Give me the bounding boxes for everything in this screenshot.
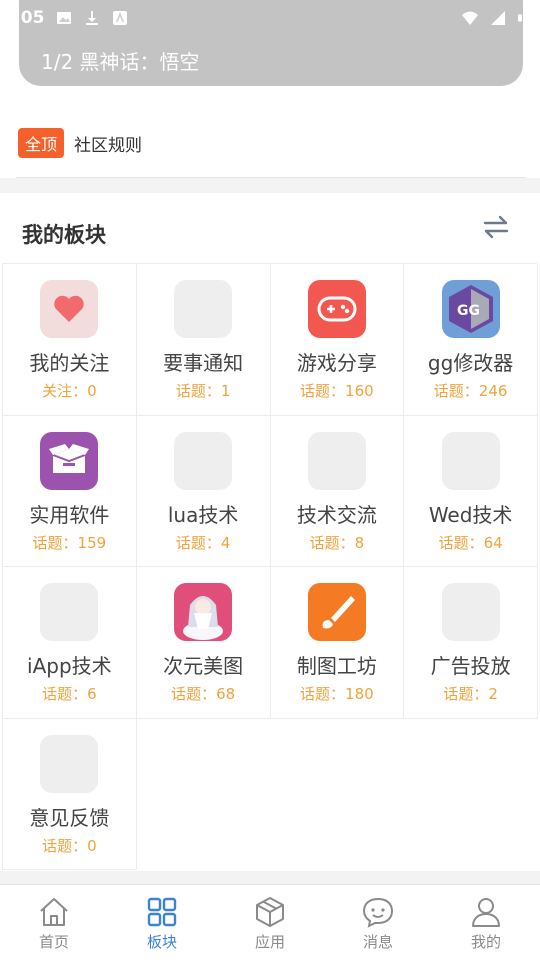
board-name: 我的关注 (29, 351, 110, 375)
board-item-wed[interactable]: Wed技术 话题：64 (404, 415, 538, 567)
placeholder-icon (40, 734, 99, 793)
notice-row[interactable]: 全顶 社区规则 (18, 128, 142, 158)
board-stat: 话题：2 (443, 685, 498, 703)
board-stat: 话题：8 (309, 533, 365, 552)
gamepad-icon (307, 280, 366, 338)
board-item-design-workshop[interactable]: 制图工坊 话题：180 (270, 567, 405, 719)
board-name: 要事通知 (163, 351, 244, 375)
nav-label: 应用 (254, 933, 285, 951)
placeholder-icon (307, 431, 366, 490)
nav-label: 首页 (38, 933, 69, 951)
heart-icon (40, 280, 99, 338)
divider (16, 177, 526, 178)
status-time: :05 (14, 8, 45, 28)
nav-label: 我的 (470, 933, 501, 951)
section-title: 我的板块 (22, 223, 106, 247)
notice-link[interactable]: 社区规则 (74, 131, 142, 156)
notice-badge: 全顶 (18, 128, 65, 158)
signal-icon (491, 11, 505, 25)
box-icon (40, 431, 99, 490)
board-name: Wed技术 (428, 502, 513, 527)
board-stat: 话题：159 (32, 533, 107, 552)
board-name: 广告投放 (430, 654, 511, 678)
placeholder-icon (441, 431, 500, 490)
placeholder-icon (441, 583, 500, 641)
nav-messages[interactable]: 消息 (324, 885, 432, 960)
battery-icon (518, 14, 522, 22)
gg-logo-icon: GG (441, 280, 500, 338)
board-item-notice[interactable]: 要事通知 话题：1 (136, 264, 271, 416)
board-name: 技术交流 (296, 502, 377, 527)
nav-label: 消息 (362, 933, 393, 951)
app-icon (113, 11, 128, 25)
board-name: 意见反馈 (29, 805, 110, 830)
board-stat: 话题：6 (42, 685, 97, 703)
board-name: 实用软件 (29, 502, 110, 527)
image-icon (57, 12, 72, 24)
swap-icon[interactable] (482, 213, 510, 241)
board-item-tech-exchange[interactable]: 技术交流 话题：8 (270, 415, 405, 567)
board-stat: 话题：246 (433, 382, 508, 400)
board-name: 游戏分享 (296, 351, 377, 375)
placeholder-icon (40, 583, 99, 641)
board-stat: 关注：0 (42, 382, 97, 400)
board-section: 我的板块 我的关注 关注：0 要事通知 话题：1 游戏分享 话题：160 GG … (0, 193, 540, 871)
board-stat: 话题：160 (300, 382, 374, 400)
svg-text:GG: GG (457, 303, 480, 319)
nav-apps[interactable]: 应用 (216, 885, 324, 960)
board-item-gg[interactable]: GG gg修改器 话题：246 (404, 264, 538, 416)
status-bar: :05 (0, 0, 540, 36)
cube-icon (256, 897, 284, 927)
board-item-feedback[interactable]: 意见反馈 话题：0 (3, 718, 137, 870)
nav-mine[interactable]: 我的 (432, 885, 540, 960)
board-stat: 话题：68 (171, 685, 236, 703)
brush-icon (307, 583, 366, 641)
board-stat: 话题：1 (175, 382, 231, 400)
board-item-iapp[interactable]: iApp技术 话题：6 (3, 567, 137, 719)
board-item-anime-pics[interactable]: 次元美图 话题：68 (136, 567, 271, 719)
banner-title[interactable]: 1/2 黑神话：悟空 (41, 46, 200, 75)
board-name: lua技术 (167, 502, 239, 527)
board-stat: 话题：180 (300, 685, 374, 703)
user-icon (472, 898, 500, 927)
board-stat: 话题：0 (42, 836, 97, 855)
nav-home[interactable]: 首页 (0, 885, 108, 960)
board-name: 次元美图 (163, 654, 244, 678)
bottom-nav: 首页 板块 应用 消息 我的 (0, 884, 540, 960)
placeholder-icon (174, 431, 233, 490)
board-item-lua[interactable]: lua技术 话题：4 (136, 415, 271, 567)
top-section: :05 1/2 黑神话：悟空 全顶 社区规则 (0, 0, 540, 178)
board-item-software[interactable]: 实用软件 话题：159 (3, 415, 137, 567)
download-icon (86, 11, 99, 25)
wifi-icon (462, 11, 478, 25)
nav-label: 板块 (146, 933, 177, 951)
board-stat: 话题：64 (438, 533, 503, 552)
grid-icon (147, 897, 177, 927)
board-item-ads[interactable]: 广告投放 话题：2 (404, 567, 538, 719)
board-item-follow[interactable]: 我的关注 关注：0 (3, 264, 137, 416)
anime-girl-icon (174, 583, 233, 641)
board-name: 制图工坊 (296, 654, 377, 678)
chat-icon (362, 897, 394, 928)
board-name: iApp技术 (27, 654, 112, 678)
home-icon (40, 898, 68, 926)
board-item-game-share[interactable]: 游戏分享 话题：160 (270, 264, 405, 416)
board-name: gg修改器 (427, 351, 514, 375)
board-stat: 话题：4 (175, 533, 231, 552)
nav-boards[interactable]: 板块 (108, 885, 216, 960)
placeholder-icon (174, 280, 233, 338)
board-grid: 我的关注 关注：0 要事通知 话题：1 游戏分享 话题：160 GG gg修改器… (2, 263, 538, 870)
